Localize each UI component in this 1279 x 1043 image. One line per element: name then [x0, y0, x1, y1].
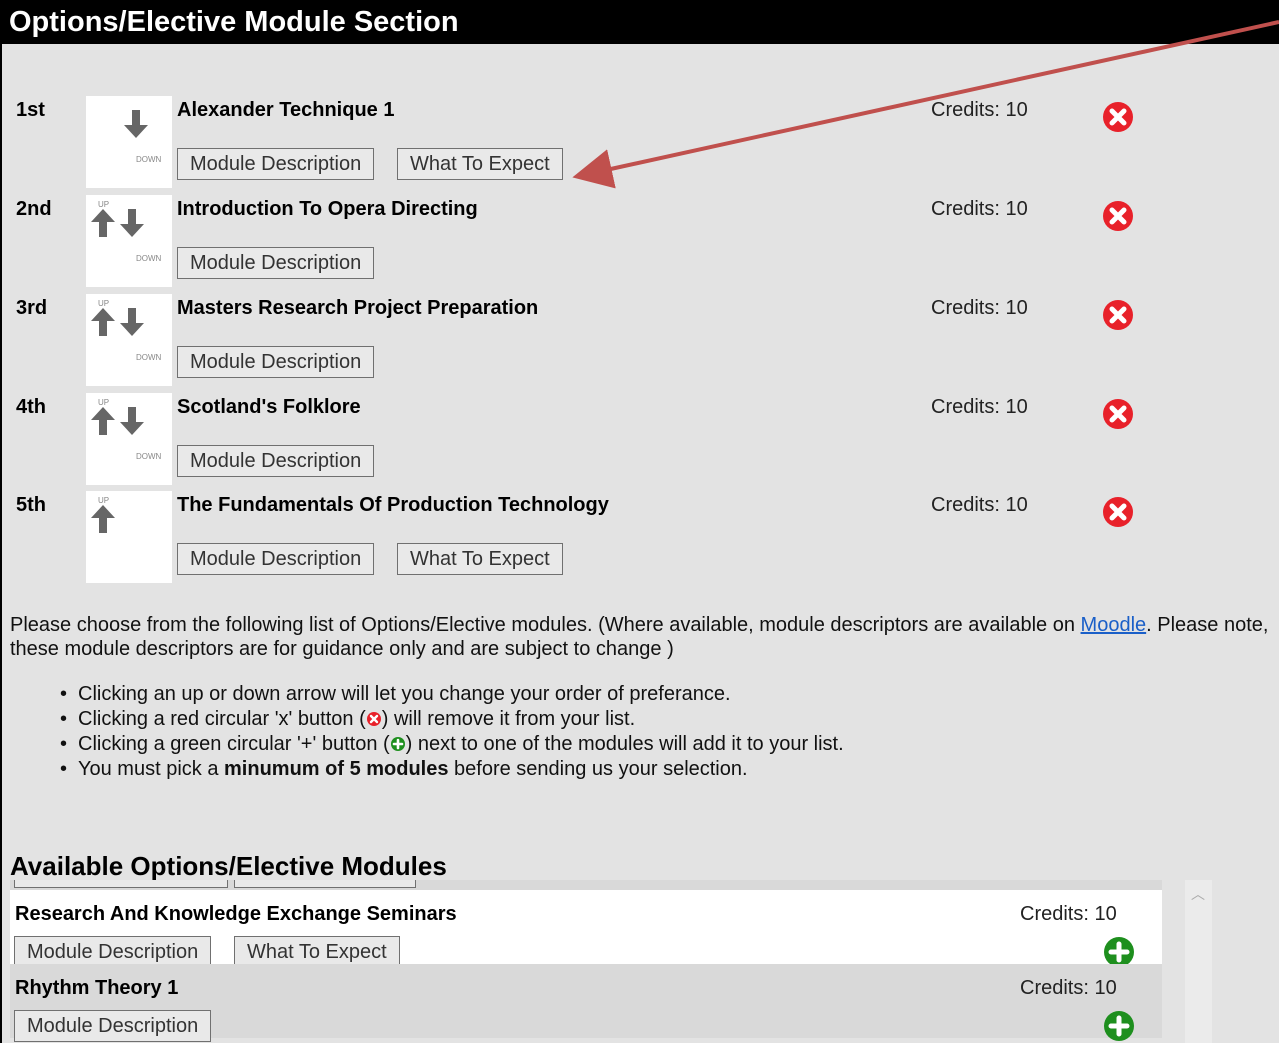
selected-module-row: 4th UP DOWN Scotland's Folklore Credits: 10 M…	[0, 393, 1279, 491]
module-credits: Credits: 10	[1020, 903, 1117, 925]
bullet-text: Clicking a green circular '+' button (	[78, 733, 390, 755]
module-description-button[interactable]: Module Description	[177, 148, 375, 180]
list-item: Research And Knowledge Exchange Seminars…	[10, 890, 1162, 968]
svg-text:UP: UP	[98, 398, 109, 407]
bullet-item: Clicking a red circular 'x' button ( ) wi…	[54, 707, 844, 732]
rank-label: 5th	[16, 494, 46, 516]
module-credits: Credits: 10	[1020, 977, 1117, 999]
red-x-circle-icon[interactable]	[1102, 299, 1134, 331]
available-modules-heading: Available Options/Elective Modules	[10, 851, 447, 881]
rank-label: 4th	[16, 396, 46, 418]
bullet-bold: minumum of 5 modules	[224, 758, 449, 780]
page: Options/Elective Module Section 1st DOWN A…	[0, 0, 1279, 1043]
module-credits: Credits: 10	[931, 396, 1028, 418]
selected-module-row: 1st DOWN Alexander Technique 1 Credits: 10 M…	[0, 96, 1279, 194]
bullet-text: ) will remove it from your list.	[381, 708, 636, 730]
reorder-arrows[interactable]: DOWN	[86, 96, 172, 188]
module-credits: Credits: 10	[931, 99, 1028, 121]
intro-text: Please choose from the following list of…	[10, 614, 1081, 636]
available-modules-list[interactable]: Research And Knowledge Exchange Seminars…	[10, 880, 1162, 1043]
selected-module-row: 3rd UP DOWN Masters Research Project Prepar…	[0, 294, 1279, 392]
module-title: Introduction To Opera Directing	[177, 198, 478, 220]
list-scrollbar[interactable]: ︿	[1185, 880, 1212, 1043]
svg-text:DOWN: DOWN	[136, 155, 162, 164]
module-credits: Credits: 10	[931, 494, 1028, 516]
svg-text:DOWN: DOWN	[136, 353, 162, 362]
what-to-expect-button[interactable]: What To Expect	[397, 543, 563, 575]
rank-label: 2nd	[16, 198, 52, 220]
module-title: Masters Research Project Preparation	[177, 297, 539, 319]
svg-text:UP: UP	[98, 200, 109, 209]
module-description-button[interactable]	[14, 880, 228, 888]
page-title: Options/Elective Module Section	[2, 0, 1279, 44]
module-title: Rhythm Theory 1	[15, 977, 179, 999]
svg-text:UP: UP	[98, 299, 109, 308]
svg-text:UP: UP	[98, 496, 109, 505]
bullet-item: Clicking a green circular '+' button ( ) …	[54, 732, 844, 757]
reorder-arrows[interactable]: UP	[86, 491, 172, 583]
module-title: Research And Knowledge Exchange Seminars	[15, 903, 457, 925]
list-item: Rhythm Theory 1 Credits: 10 Module Descrip…	[10, 964, 1162, 1042]
svg-text:DOWN: DOWN	[136, 254, 162, 263]
module-description-button[interactable]: Module Description	[177, 445, 375, 477]
reorder-arrows[interactable]: UP DOWN	[86, 294, 172, 386]
reorder-arrows[interactable]: UP DOWN	[86, 195, 172, 287]
bullet-text: You must pick a	[78, 758, 225, 780]
module-description-button[interactable]: Module Description	[177, 346, 375, 378]
red-x-circle-icon[interactable]	[1102, 398, 1134, 430]
what-to-expect-button[interactable]: What To Expect	[397, 148, 563, 180]
bullet-text: before sending us your selection.	[448, 758, 748, 780]
rank-label: 1st	[16, 99, 45, 121]
svg-text:DOWN: DOWN	[136, 452, 162, 461]
rank-label: 3rd	[16, 297, 48, 319]
module-title: The Fundamentals Of Production Technolog…	[177, 494, 609, 516]
bullet-item: Clicking an up or down arrow will let yo…	[54, 682, 844, 707]
bullet-text: ) next to one of the modules will add it…	[405, 733, 844, 755]
list-item	[10, 880, 1162, 890]
module-description-button[interactable]: Module Description	[177, 543, 375, 575]
red-x-circle-icon	[366, 709, 382, 726]
bullet-item: You must pick a minumum of 5 modules bef…	[54, 757, 844, 782]
green-plus-circle-icon[interactable]	[1103, 1010, 1135, 1042]
bullet-text: Clicking an up or down arrow will let yo…	[78, 683, 731, 705]
module-title: Scotland's Folklore	[177, 396, 361, 418]
reorder-arrows[interactable]: UP DOWN	[86, 393, 172, 485]
module-description-button[interactable]: Module Description	[177, 247, 375, 279]
instruction-bullets: Clicking an up or down arrow will let yo…	[54, 682, 844, 782]
module-description-button[interactable]: Module Description	[14, 1010, 212, 1042]
red-x-circle-icon[interactable]	[1102, 496, 1134, 528]
moodle-link[interactable]: Moodle	[1081, 614, 1147, 636]
instructions-intro: Please choose from the following list of…	[10, 613, 1275, 661]
module-credits: Credits: 10	[931, 297, 1028, 319]
selected-module-row: 5th UP The Fundamentals Of Production Tech…	[0, 491, 1279, 589]
red-x-circle-icon[interactable]	[1102, 200, 1134, 232]
red-x-circle-icon[interactable]	[1102, 101, 1134, 133]
module-title: Alexander Technique 1	[177, 99, 395, 121]
selected-module-row: 2nd UP DOWN Introduction To Opera Directing…	[0, 195, 1279, 293]
what-to-expect-button[interactable]	[234, 880, 416, 888]
bullet-text: Clicking a red circular 'x' button (	[78, 708, 366, 730]
green-plus-circle-icon	[390, 734, 406, 751]
scroll-up-icon[interactable]: ︿	[1191, 884, 1205, 904]
module-credits: Credits: 10	[931, 198, 1028, 220]
